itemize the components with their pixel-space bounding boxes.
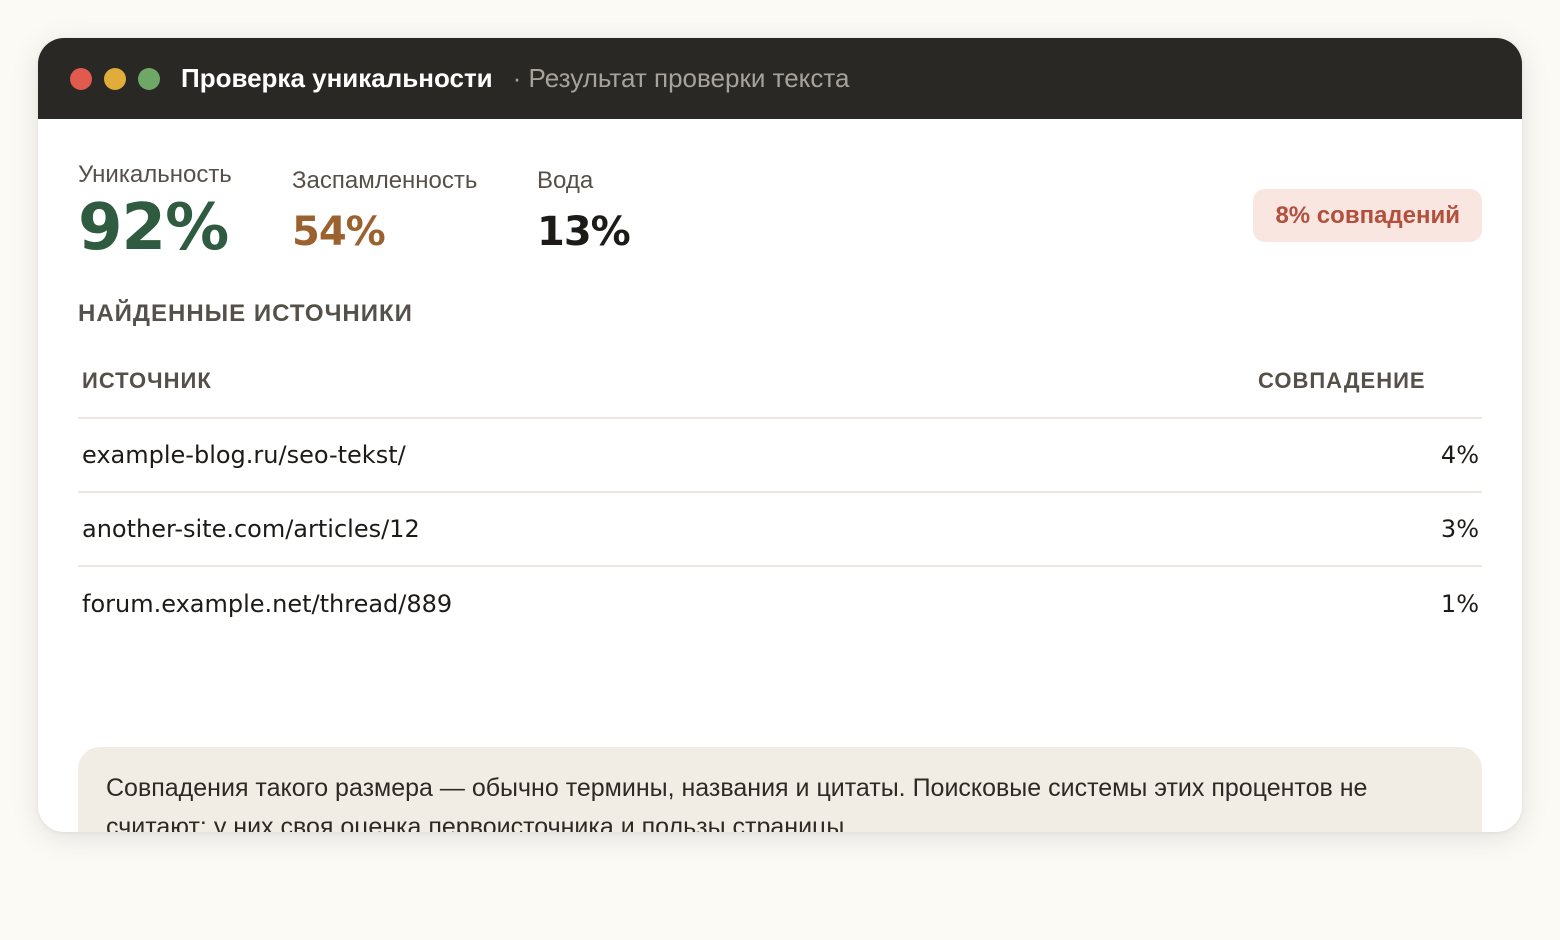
match-value: 1% <box>1440 590 1479 618</box>
source-url[interactable]: forum.example.net/thread/889 <box>78 590 1359 618</box>
uniqueness-stat: Уникальность 92% <box>78 161 232 267</box>
table-row[interactable]: example-blog.ru/seo-tekst/ 4% <box>78 419 1482 493</box>
close-window-button[interactable] <box>70 67 92 90</box>
info-note: Совпадения такого размера — обычно терми… <box>78 747 1482 832</box>
table-row[interactable]: another-site.com/articles/12 3% <box>78 493 1482 567</box>
table-header: ИСТОЧНИК СОВПАДЕНИЕ <box>78 345 1482 419</box>
source-url[interactable]: another-site.com/articles/12 <box>78 515 1359 543</box>
uniqueness-label: Уникальность <box>78 161 232 188</box>
water-stat: Вода 13% <box>537 167 631 261</box>
match-column-header: СОВПАДЕНИЕ <box>1258 368 1426 393</box>
match-value: 4% <box>1440 441 1479 469</box>
spam-value: 54% <box>292 209 386 255</box>
spam-label: Заспамленность <box>292 167 478 194</box>
sources-table: ИСТОЧНИК СОВПАДЕНИЕ example-blog.ru/seo-… <box>78 345 1482 641</box>
maximize-window-button[interactable] <box>138 67 160 90</box>
source-url[interactable]: example-blog.ru/seo-tekst/ <box>78 441 1359 469</box>
sources-section-title: НАЙДЕННЫЕ ИСТОЧНИКИ <box>78 300 413 327</box>
window-subtitle: · Результат проверки текста <box>512 63 850 93</box>
match-value: 3% <box>1440 515 1479 543</box>
app-window: Проверка уникальности · Результат провер… <box>38 38 1522 832</box>
match-percentage-badge: 8% совпадений <box>1253 189 1482 242</box>
water-label: Вода <box>537 167 594 194</box>
uniqueness-value: 92% <box>78 191 229 265</box>
spam-stat: Заспамленность 54% <box>292 167 477 261</box>
table-row[interactable]: forum.example.net/thread/889 1% <box>78 567 1482 641</box>
minimize-window-button[interactable] <box>104 67 126 90</box>
water-value: 13% <box>537 209 631 255</box>
title-bar: Проверка уникальности · Результат провер… <box>38 38 1522 119</box>
window-title: Проверка уникальности <box>181 63 493 93</box>
source-column-header: ИСТОЧНИК <box>82 368 212 393</box>
